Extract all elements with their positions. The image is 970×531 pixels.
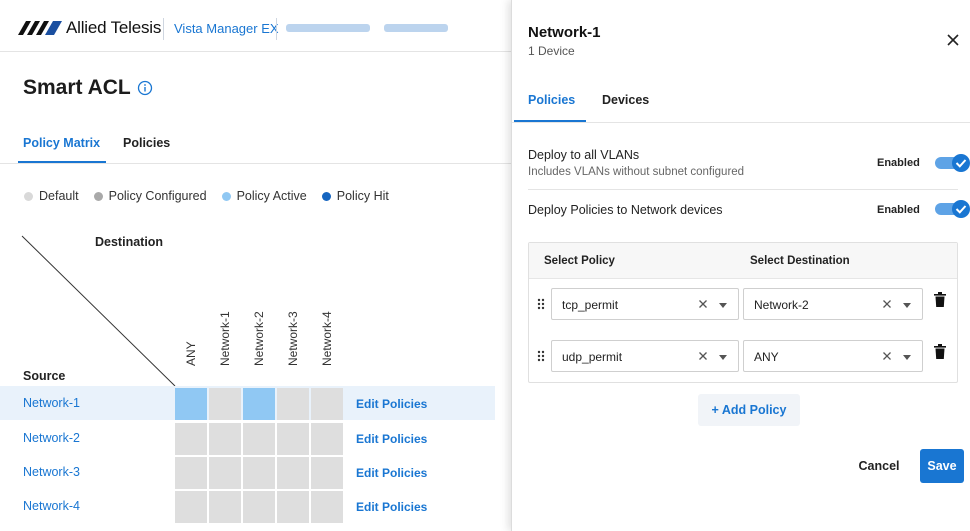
policy-table-header: Select Policy Select Destination [529,243,957,279]
section-divider [528,189,958,190]
matrix-cell[interactable] [209,423,241,455]
panel-subtitle: 1 Device [528,44,575,58]
matrix-row[interactable]: Network-1 Edit Policies [0,386,495,420]
matrix-cell[interactable] [243,423,275,455]
destination-select[interactable]: ANY [743,340,923,372]
policy-select-value: udp_permit [562,350,623,364]
column-header-label: Network-4 [320,311,334,366]
tab-panel-policies[interactable]: Policies [528,93,575,107]
dropdown-caret-icon[interactable] [719,355,727,360]
policy-row: tcp_permit Network-2 [529,280,957,328]
column-header: ANY [174,314,208,380]
cancel-button[interactable]: Cancel [848,449,910,483]
column-header: Network-3 [276,311,310,380]
matrix-cell[interactable] [175,457,207,489]
column-header: Network-2 [242,311,276,380]
clear-icon[interactable] [698,299,708,309]
matrix-cell[interactable] [209,491,241,523]
source-label: Source [23,369,66,383]
column-header: Network-4 [310,311,344,380]
policy-select-value: tcp_permit [562,298,619,312]
edit-policies-link[interactable]: Edit Policies [356,500,427,514]
add-policy-button[interactable]: + Add Policy [698,394,800,426]
deploy-all-vlans-description: Includes VLANs without subnet configured [528,166,745,178]
clear-icon[interactable] [882,351,892,361]
clear-icon[interactable] [882,299,892,309]
matrix-cell[interactable] [243,491,275,523]
column-header-label: ANY [184,341,198,366]
policy-select[interactable]: udp_permit [551,340,739,372]
source-network-link[interactable]: Network-1 [23,396,80,410]
select-policy-header: Select Policy [544,255,615,267]
matrix-cell[interactable] [277,457,309,489]
edit-policies-link[interactable]: Edit Policies [356,466,427,480]
matrix-cell[interactable] [311,388,343,420]
clear-icon[interactable] [698,351,708,361]
matrix-cell[interactable] [175,388,207,420]
deploy-network-devices-title: Deploy Policies to Network devices [528,203,723,217]
matrix-cell[interactable] [243,457,275,489]
deploy-all-vlans-state: Enabled [877,157,920,169]
matrix-cell[interactable] [277,423,309,455]
policy-table: Select Policy Select Destination tcp_per… [528,242,958,383]
matrix-cell[interactable] [311,491,343,523]
app-root: Allied Telesis Vista Manager EX Smart AC… [0,0,970,531]
source-network-link[interactable]: Network-3 [23,465,80,479]
column-header-label: Network-1 [218,311,232,366]
deploy-network-devices-toggle[interactable] [935,199,970,219]
destination-select[interactable]: Network-2 [743,288,923,320]
policy-row: udp_permit ANY [529,332,957,380]
column-header-label: Network-2 [252,311,266,366]
network-side-panel: Network-1 1 Device Policies Devices Depl… [511,0,970,531]
matrix-cell[interactable] [311,423,343,455]
matrix-cell[interactable] [209,388,241,420]
drag-handle-icon[interactable] [537,350,545,362]
column-header: Network-1 [208,311,242,380]
matrix-cell[interactable] [243,388,275,420]
matrix-row[interactable]: Network-2 Edit Policies [0,421,495,455]
edit-policies-link[interactable]: Edit Policies [356,432,427,446]
save-button[interactable]: Save [920,449,964,483]
policy-select[interactable]: tcp_permit [551,288,739,320]
edit-policies-link[interactable]: Edit Policies [356,397,427,411]
source-network-link[interactable]: Network-4 [23,499,80,513]
deploy-all-vlans-toggle[interactable] [935,153,970,173]
matrix-cell[interactable] [175,423,207,455]
matrix-row[interactable]: Network-4 Edit Policies [0,489,495,523]
trash-icon[interactable] [934,344,946,359]
source-network-link[interactable]: Network-2 [23,431,80,445]
dropdown-caret-icon[interactable] [903,355,911,360]
main-area: Allied Telesis Vista Manager EX Smart AC… [0,0,511,531]
dropdown-caret-icon[interactable] [903,303,911,308]
matrix-cell[interactable] [175,491,207,523]
matrix-cell[interactable] [277,388,309,420]
destination-select-value: Network-2 [754,298,809,312]
matrix-cell[interactable] [311,457,343,489]
matrix-cell[interactable] [277,491,309,523]
deploy-all-vlans-title: Deploy to all VLANs [528,148,640,162]
deploy-network-devices-state: Enabled [877,204,920,216]
active-tab-indicator [514,120,586,122]
destination-label: Destination [95,235,164,249]
matrix-cell[interactable] [209,457,241,489]
select-destination-header: Select Destination [750,255,850,267]
drag-handle-icon[interactable] [537,298,545,310]
close-icon[interactable] [946,33,960,47]
dropdown-caret-icon[interactable] [719,303,727,308]
trash-icon[interactable] [934,292,946,307]
column-header-label: Network-3 [286,311,300,366]
tab-panel-devices[interactable]: Devices [602,93,649,107]
matrix-row[interactable]: Network-3 Edit Policies [0,455,495,489]
panel-title: Network-1 [528,24,601,41]
destination-select-value: ANY [754,350,779,364]
panel-tabs: Policies Devices [512,82,970,123]
